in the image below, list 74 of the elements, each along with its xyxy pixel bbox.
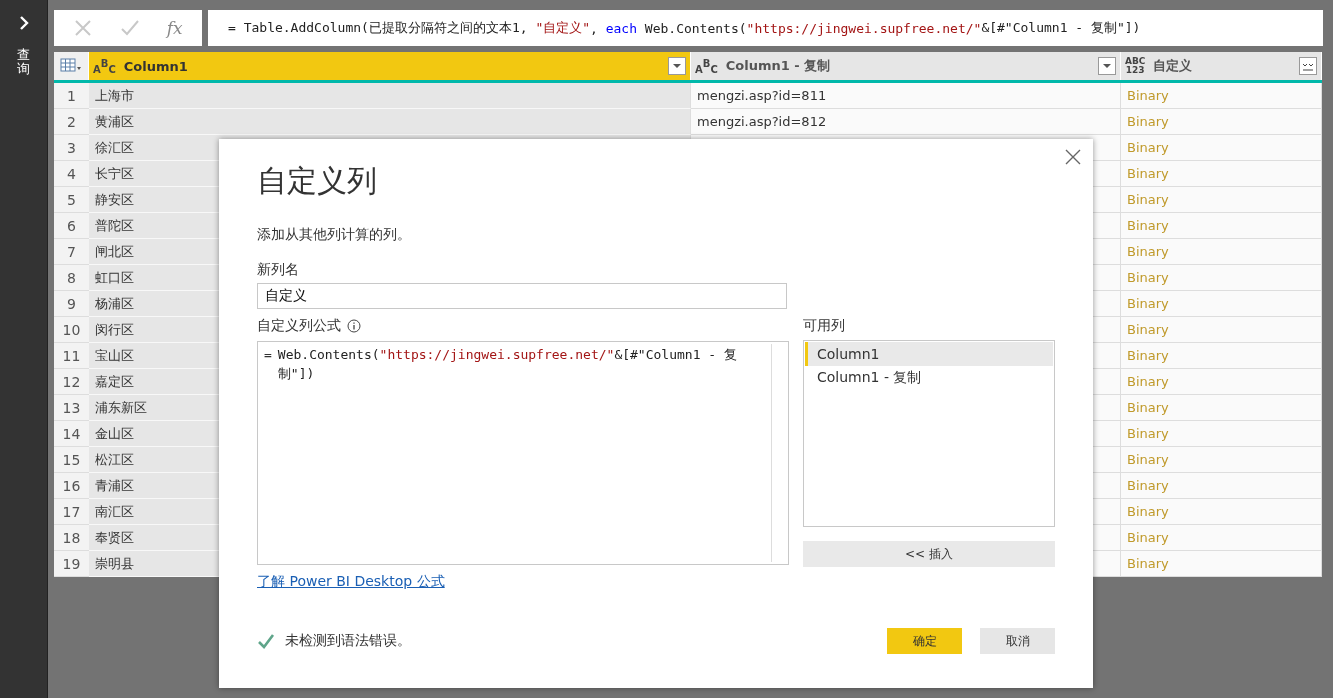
table-cell: Binary [1121, 525, 1322, 551]
check-icon[interactable] [120, 18, 141, 38]
info-icon[interactable] [347, 319, 361, 333]
table-cell: Binary [1121, 83, 1322, 109]
field-label: 自定义列公式 [257, 317, 341, 335]
table-cell: Binary [1121, 395, 1322, 421]
table-cell: Binary [1121, 265, 1322, 291]
table-cell: 黄浦区 [89, 109, 691, 135]
caret-icon [1102, 63, 1112, 69]
row-number: 8 [54, 265, 89, 291]
list-item[interactable]: Column1 - 复制 [805, 366, 1053, 390]
table-cell: Binary [1121, 473, 1322, 499]
table-cell: Binary [1121, 499, 1322, 525]
table-cell: Binary [1121, 109, 1322, 135]
row-number: 2 [54, 109, 89, 135]
filter-dropdown[interactable] [1098, 57, 1116, 75]
field-label: 可用列 [803, 317, 845, 335]
column-name: 自定义 [1153, 57, 1194, 75]
table-cell: Binary [1121, 447, 1322, 473]
ok-button[interactable]: 确定 [887, 628, 962, 654]
table-cell: mengzi.asp?id=812 [691, 109, 1121, 135]
column-name-field[interactable]: 自定义 [257, 283, 787, 309]
row-number: 17 [54, 499, 89, 525]
row-number: 12 [54, 369, 89, 395]
filter-dropdown[interactable] [668, 57, 686, 75]
row-number: 3 [54, 135, 89, 161]
table-cell: Binary [1121, 161, 1322, 187]
table-cell: Binary [1121, 135, 1322, 161]
type-label: ABC 123 [1125, 57, 1146, 75]
row-number: 11 [54, 343, 89, 369]
table-cell: Binary [1121, 551, 1322, 577]
formula-editor[interactable]: = Web.Contents("https://jingwei.supfree.net/"&[#"Column1 - 复制"]) [257, 341, 789, 565]
row-number: 19 [54, 551, 89, 577]
row-number: 4 [54, 161, 89, 187]
status-message: 未检测到语法错误。 [285, 632, 411, 650]
type-label: ABC [93, 57, 116, 75]
table-cell: Binary [1121, 213, 1322, 239]
table-cell: mengzi.asp?id=811 [691, 83, 1121, 109]
row-number: 10 [54, 317, 89, 343]
row-number: 16 [54, 473, 89, 499]
row-number: 6 [54, 213, 89, 239]
row-number: 5 [54, 187, 89, 213]
table-cell: Binary [1121, 239, 1322, 265]
row-number: 13 [54, 395, 89, 421]
fx-button[interactable]: fx [166, 18, 183, 38]
table-cell: Binary [1121, 291, 1322, 317]
table-cell: Binary [1121, 187, 1322, 213]
row-number: 18 [54, 525, 89, 551]
caret-icon [672, 63, 682, 69]
column-name: Column1 - 复制 [725, 57, 832, 75]
table-cell: Binary [1121, 343, 1322, 369]
row-number: 7 [54, 239, 89, 265]
table-cell: Binary [1121, 421, 1322, 447]
chevron-right-icon[interactable] [17, 16, 30, 30]
type-label: ABC [695, 57, 718, 75]
insert-button[interactable]: << 插入 [803, 541, 1055, 567]
column-header[interactable]: ABC Column1 - 复制 [691, 52, 1121, 80]
row-number: 9 [54, 291, 89, 317]
expand-column-button[interactable] [1299, 57, 1317, 75]
list-item[interactable]: Column1 [805, 342, 1053, 366]
table-cell: Binary [1121, 369, 1322, 395]
row-number: 14 [54, 421, 89, 447]
table-menu-icon[interactable] [60, 58, 82, 74]
table-cell: 上海市 [89, 83, 691, 109]
close-icon [1065, 149, 1081, 165]
row-number: 15 [54, 447, 89, 473]
column-header[interactable]: ABC Column1 [89, 52, 691, 80]
table-cell: Binary [1121, 317, 1322, 343]
formula-field[interactable]: = Table.AddColumn(已提取分隔符之间的文本1, "自定义", each Web.Contents("https://jingwei.supfree.net/"&[#"Column1 - 复制"]) [208, 10, 1323, 46]
pane-label: 查询 [17, 48, 30, 77]
close-button[interactable] [1065, 149, 1081, 165]
cancel-button[interactable]: 取消 [980, 628, 1055, 654]
column-name: Column1 [123, 58, 189, 74]
row-number: 1 [54, 83, 89, 109]
